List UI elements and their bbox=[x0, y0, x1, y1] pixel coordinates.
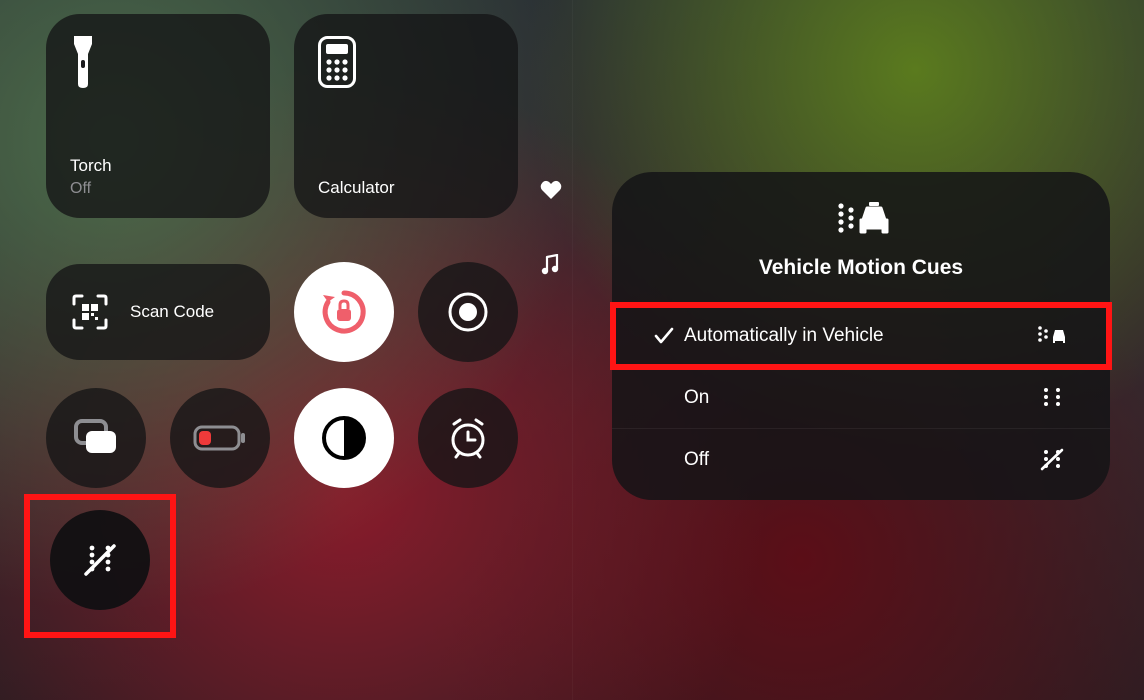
torch-status: Off bbox=[70, 180, 246, 198]
vehicle-motion-cues-button[interactable] bbox=[50, 510, 150, 610]
alarm-icon bbox=[446, 416, 490, 460]
battery-low-icon bbox=[193, 424, 247, 452]
tile-row-1: Torch Off Calculator bbox=[46, 14, 520, 218]
calculator-title: Calculator bbox=[318, 178, 494, 198]
calculator-icon bbox=[318, 36, 494, 88]
dark-mode-icon bbox=[320, 414, 368, 462]
option-automatic[interactable]: Automatically in Vehicle bbox=[612, 304, 1110, 366]
torch-title: Torch bbox=[70, 156, 246, 176]
music-note-icon[interactable] bbox=[540, 254, 560, 276]
popup-title: Vehicle Motion Cues bbox=[759, 256, 963, 280]
qr-icon bbox=[70, 292, 110, 332]
checkmark-icon bbox=[644, 327, 684, 345]
tile-row-2: Scan Code bbox=[46, 262, 520, 362]
torch-icon bbox=[70, 36, 246, 88]
tile-row-4 bbox=[46, 510, 520, 610]
option-off[interactable]: Off bbox=[612, 428, 1110, 490]
vehicle-motion-cues-popup: Vehicle Motion Cues Automatically in Veh… bbox=[612, 172, 1110, 500]
motion-cues-auto-icon bbox=[1034, 323, 1070, 349]
dark-mode-button[interactable] bbox=[294, 388, 394, 488]
calculator-tile[interactable]: Calculator bbox=[294, 14, 518, 218]
heart-icon[interactable] bbox=[540, 180, 562, 200]
option-off-label: Off bbox=[684, 449, 1034, 471]
record-icon bbox=[446, 290, 490, 334]
motion-cues-on-icon bbox=[1034, 385, 1070, 411]
scan-code-tile[interactable]: Scan Code bbox=[46, 264, 270, 360]
option-on[interactable]: On bbox=[612, 366, 1110, 428]
low-power-button[interactable] bbox=[170, 388, 270, 488]
option-on-label: On bbox=[684, 387, 1034, 409]
rotation-lock-button[interactable] bbox=[294, 262, 394, 362]
alarm-button[interactable] bbox=[418, 388, 518, 488]
split-divider bbox=[572, 0, 573, 700]
motion-cues-header-icon bbox=[833, 196, 889, 244]
scan-code-label: Scan Code bbox=[130, 302, 214, 322]
tile-row-3 bbox=[46, 388, 520, 488]
option-automatic-label: Automatically in Vehicle bbox=[684, 325, 1034, 347]
screen-mirror-icon bbox=[73, 418, 119, 458]
torch-tile[interactable]: Torch Off bbox=[46, 14, 270, 218]
control-center: Torch Off Calculator bbox=[46, 14, 520, 610]
options-list: Automatically in Vehicle On Off bbox=[612, 304, 1110, 490]
screen-record-button[interactable] bbox=[418, 262, 518, 362]
motion-cues-off-icon bbox=[1034, 447, 1070, 473]
rotation-lock-icon bbox=[317, 285, 371, 339]
screen-mirror-button[interactable] bbox=[46, 388, 146, 488]
motion-cues-off-icon bbox=[79, 539, 121, 581]
